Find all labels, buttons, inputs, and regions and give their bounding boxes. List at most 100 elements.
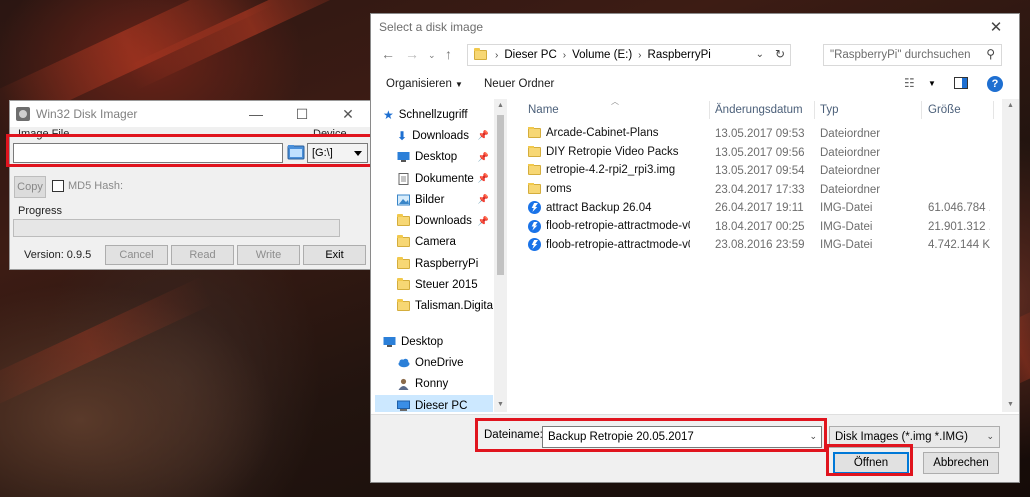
nav-item-ronny[interactable]: Ronny xyxy=(375,374,493,395)
up-arrow-icon[interactable]: ↑ xyxy=(445,46,452,62)
column-divider[interactable] xyxy=(709,101,710,119)
nav-item-schnellzugriff[interactable]: ★ Schnellzugriff xyxy=(375,104,493,125)
nav-item-steuer-2015[interactable]: Steuer 2015 xyxy=(375,274,493,295)
file-row[interactable]: Arcade-Cabinet-Plans 13.05.2017 09:53 Da… xyxy=(510,125,1002,144)
file-name-cell: floob-retropie-attractmode-v05... xyxy=(528,238,690,251)
exit-button[interactable]: Exit xyxy=(303,245,366,265)
minimize-icon[interactable]: — xyxy=(233,101,279,127)
chevron-down-icon[interactable]: ⌄ xyxy=(756,49,764,60)
write-button[interactable]: Write xyxy=(237,245,300,265)
nav-item-bilder[interactable]: Bilder 📌 xyxy=(375,189,493,210)
column-name[interactable]: Name xyxy=(528,104,559,116)
pin-icon: 📌 xyxy=(477,151,489,162)
nav-item-onedrive[interactable]: OneDrive xyxy=(375,352,493,373)
file-row[interactable]: DIY Retropie Video Packs 13.05.2017 09:5… xyxy=(510,144,1002,163)
file-name-cell: attract Backup 26.04 xyxy=(528,201,690,214)
nav-item-downloads[interactable]: ⬇ Downloads 📌 xyxy=(375,125,493,146)
recent-locations-chevron-icon[interactable]: ⌄ xyxy=(428,50,436,61)
disk-imager-title: Win32 Disk Imager xyxy=(36,107,138,121)
file-row[interactable]: attract Backup 26.04 26.04.2017 19:11 IM… xyxy=(510,199,1002,218)
scroll-up-icon[interactable]: ▲ xyxy=(1007,102,1014,109)
file-list-scrollbar[interactable]: ▲ ▼ xyxy=(1002,99,1019,412)
download-icon: ⬇ xyxy=(397,128,408,143)
file-type-filter-value: Disk Images (*.img *.IMG) xyxy=(835,431,968,443)
scroll-down-icon[interactable]: ▼ xyxy=(1007,401,1014,408)
file-name-cell: Arcade-Cabinet-Plans xyxy=(528,127,690,139)
breadcrumb-dieser-pc[interactable]: Dieser PC xyxy=(504,49,556,61)
scroll-up-icon[interactable]: ▲ xyxy=(497,102,504,109)
address-bar[interactable]: › Dieser PC › Volume (E:) › RaspberryPi … xyxy=(467,44,791,66)
new-folder-button[interactable]: Neuer Ordner xyxy=(484,78,554,90)
folder-icon xyxy=(474,48,487,60)
organize-menu[interactable]: Organisieren ▼ xyxy=(386,78,463,90)
view-options-icon[interactable]: ☷ xyxy=(904,76,915,90)
file-row[interactable]: floob-retropie-attractmode-v04... 18.04.… xyxy=(510,218,1002,237)
navigation-pane: ★ Schnellzugriff ⬇ Downloads 📌 Desktop 📌… xyxy=(375,104,493,412)
folder-icon xyxy=(528,182,541,194)
close-icon[interactable]: ✕ xyxy=(325,101,371,127)
nav-item-talisman[interactable]: Talisman.Digital. xyxy=(375,296,493,317)
nav-item-desktop-root[interactable]: Desktop xyxy=(375,331,493,352)
help-icon[interactable]: ? xyxy=(987,76,1003,92)
pin-icon: 📌 xyxy=(477,173,489,184)
refresh-icon[interactable]: ↻ xyxy=(775,47,785,61)
md5-checkbox[interactable] xyxy=(52,180,64,192)
highlight-box-image-file xyxy=(6,134,373,167)
column-divider[interactable] xyxy=(921,101,922,119)
column-size[interactable]: Größe xyxy=(928,104,961,116)
back-arrow-icon[interactable]: ← xyxy=(381,46,395,62)
file-date: 23.08.2016 23:59 xyxy=(715,239,805,251)
scrollbar-thumb[interactable] xyxy=(497,115,504,275)
nav-item-dieser-pc[interactable]: Dieser PC xyxy=(375,394,493,412)
chevron-down-icon: ▼ xyxy=(455,80,463,89)
chevron-down-icon[interactable]: ▼ xyxy=(928,79,936,88)
disk-image-icon xyxy=(528,219,541,233)
progress-bar xyxy=(13,219,340,237)
chevron-down-icon: ⌄ xyxy=(986,431,994,441)
folder-icon xyxy=(397,278,410,291)
file-row[interactable]: floob-retropie-attractmode-v05... 23.08.… xyxy=(510,236,1002,255)
column-type[interactable]: Typ xyxy=(820,104,839,116)
file-name: retropie-4.2-rpi2_rpi3.img xyxy=(546,164,676,176)
file-type: Dateiordner xyxy=(820,165,881,177)
breadcrumb-separator: › xyxy=(495,49,499,61)
file-name-cell: retropie-4.2-rpi2_rpi3.img xyxy=(528,164,690,176)
cancel-button[interactable]: Cancel xyxy=(105,245,168,265)
maximize-icon[interactable]: ☐ xyxy=(279,101,325,127)
breadcrumb-separator: › xyxy=(638,49,642,61)
file-row[interactable]: retropie-4.2-rpi2_rpi3.img 13.05.2017 09… xyxy=(510,162,1002,181)
select-disk-image-dialog: Select a disk image ✕ ← → ⌄ ↑ › Dieser P… xyxy=(370,13,1020,483)
nav-item-label: Dokumente xyxy=(415,172,474,185)
column-divider[interactable] xyxy=(814,101,815,119)
nav-item-desktop[interactable]: Desktop 📌 xyxy=(375,147,493,168)
pin-icon: 📌 xyxy=(477,194,489,205)
forward-arrow-icon[interactable]: → xyxy=(405,46,419,62)
nav-item-camera[interactable]: Camera xyxy=(375,232,493,253)
file-date: 13.05.2017 09:54 xyxy=(715,165,805,177)
desktop-icon xyxy=(397,152,410,163)
breadcrumb-raspberrypi[interactable]: RaspberryPi xyxy=(648,49,711,61)
nav-item-label: Downloads xyxy=(412,129,469,142)
scroll-down-icon[interactable]: ▼ xyxy=(497,401,504,408)
copy-button[interactable]: Copy xyxy=(14,176,46,198)
desktop-icon xyxy=(383,336,396,347)
navigation-pane-scrollbar[interactable]: ▲ ▼ xyxy=(494,99,507,412)
read-button[interactable]: Read xyxy=(171,245,234,265)
nav-item-label: Talisman.Digital. xyxy=(415,300,493,313)
cancel-button[interactable]: Abbrechen xyxy=(923,452,999,474)
search-input[interactable]: "RaspberryPi" durchsuchen ⚲ xyxy=(823,44,1002,66)
close-icon[interactable]: ✕ xyxy=(973,14,1019,40)
disk-imager-window: Win32 Disk Imager — ☐ ✕ Image File Devic… xyxy=(9,100,372,270)
breadcrumb-volume-e[interactable]: Volume (E:) xyxy=(572,49,632,61)
nav-item-label: Camera xyxy=(415,236,456,249)
preview-pane-icon[interactable] xyxy=(954,77,968,92)
folder-icon xyxy=(528,164,541,175)
disk-image-icon xyxy=(528,238,541,251)
column-date[interactable]: Änderungsdatum xyxy=(715,104,803,116)
nav-item-downloads-folder[interactable]: Downloads 📌 xyxy=(375,210,493,231)
column-divider[interactable] xyxy=(993,101,994,119)
file-date: 13.05.2017 09:53 xyxy=(715,128,805,140)
nav-item-dokumente[interactable]: Dokumente 📌 xyxy=(375,168,493,189)
nav-item-raspberrypi[interactable]: RaspberryPi xyxy=(375,253,493,274)
file-row[interactable]: roms 23.04.2017 17:33 Dateiordner xyxy=(510,181,1002,200)
